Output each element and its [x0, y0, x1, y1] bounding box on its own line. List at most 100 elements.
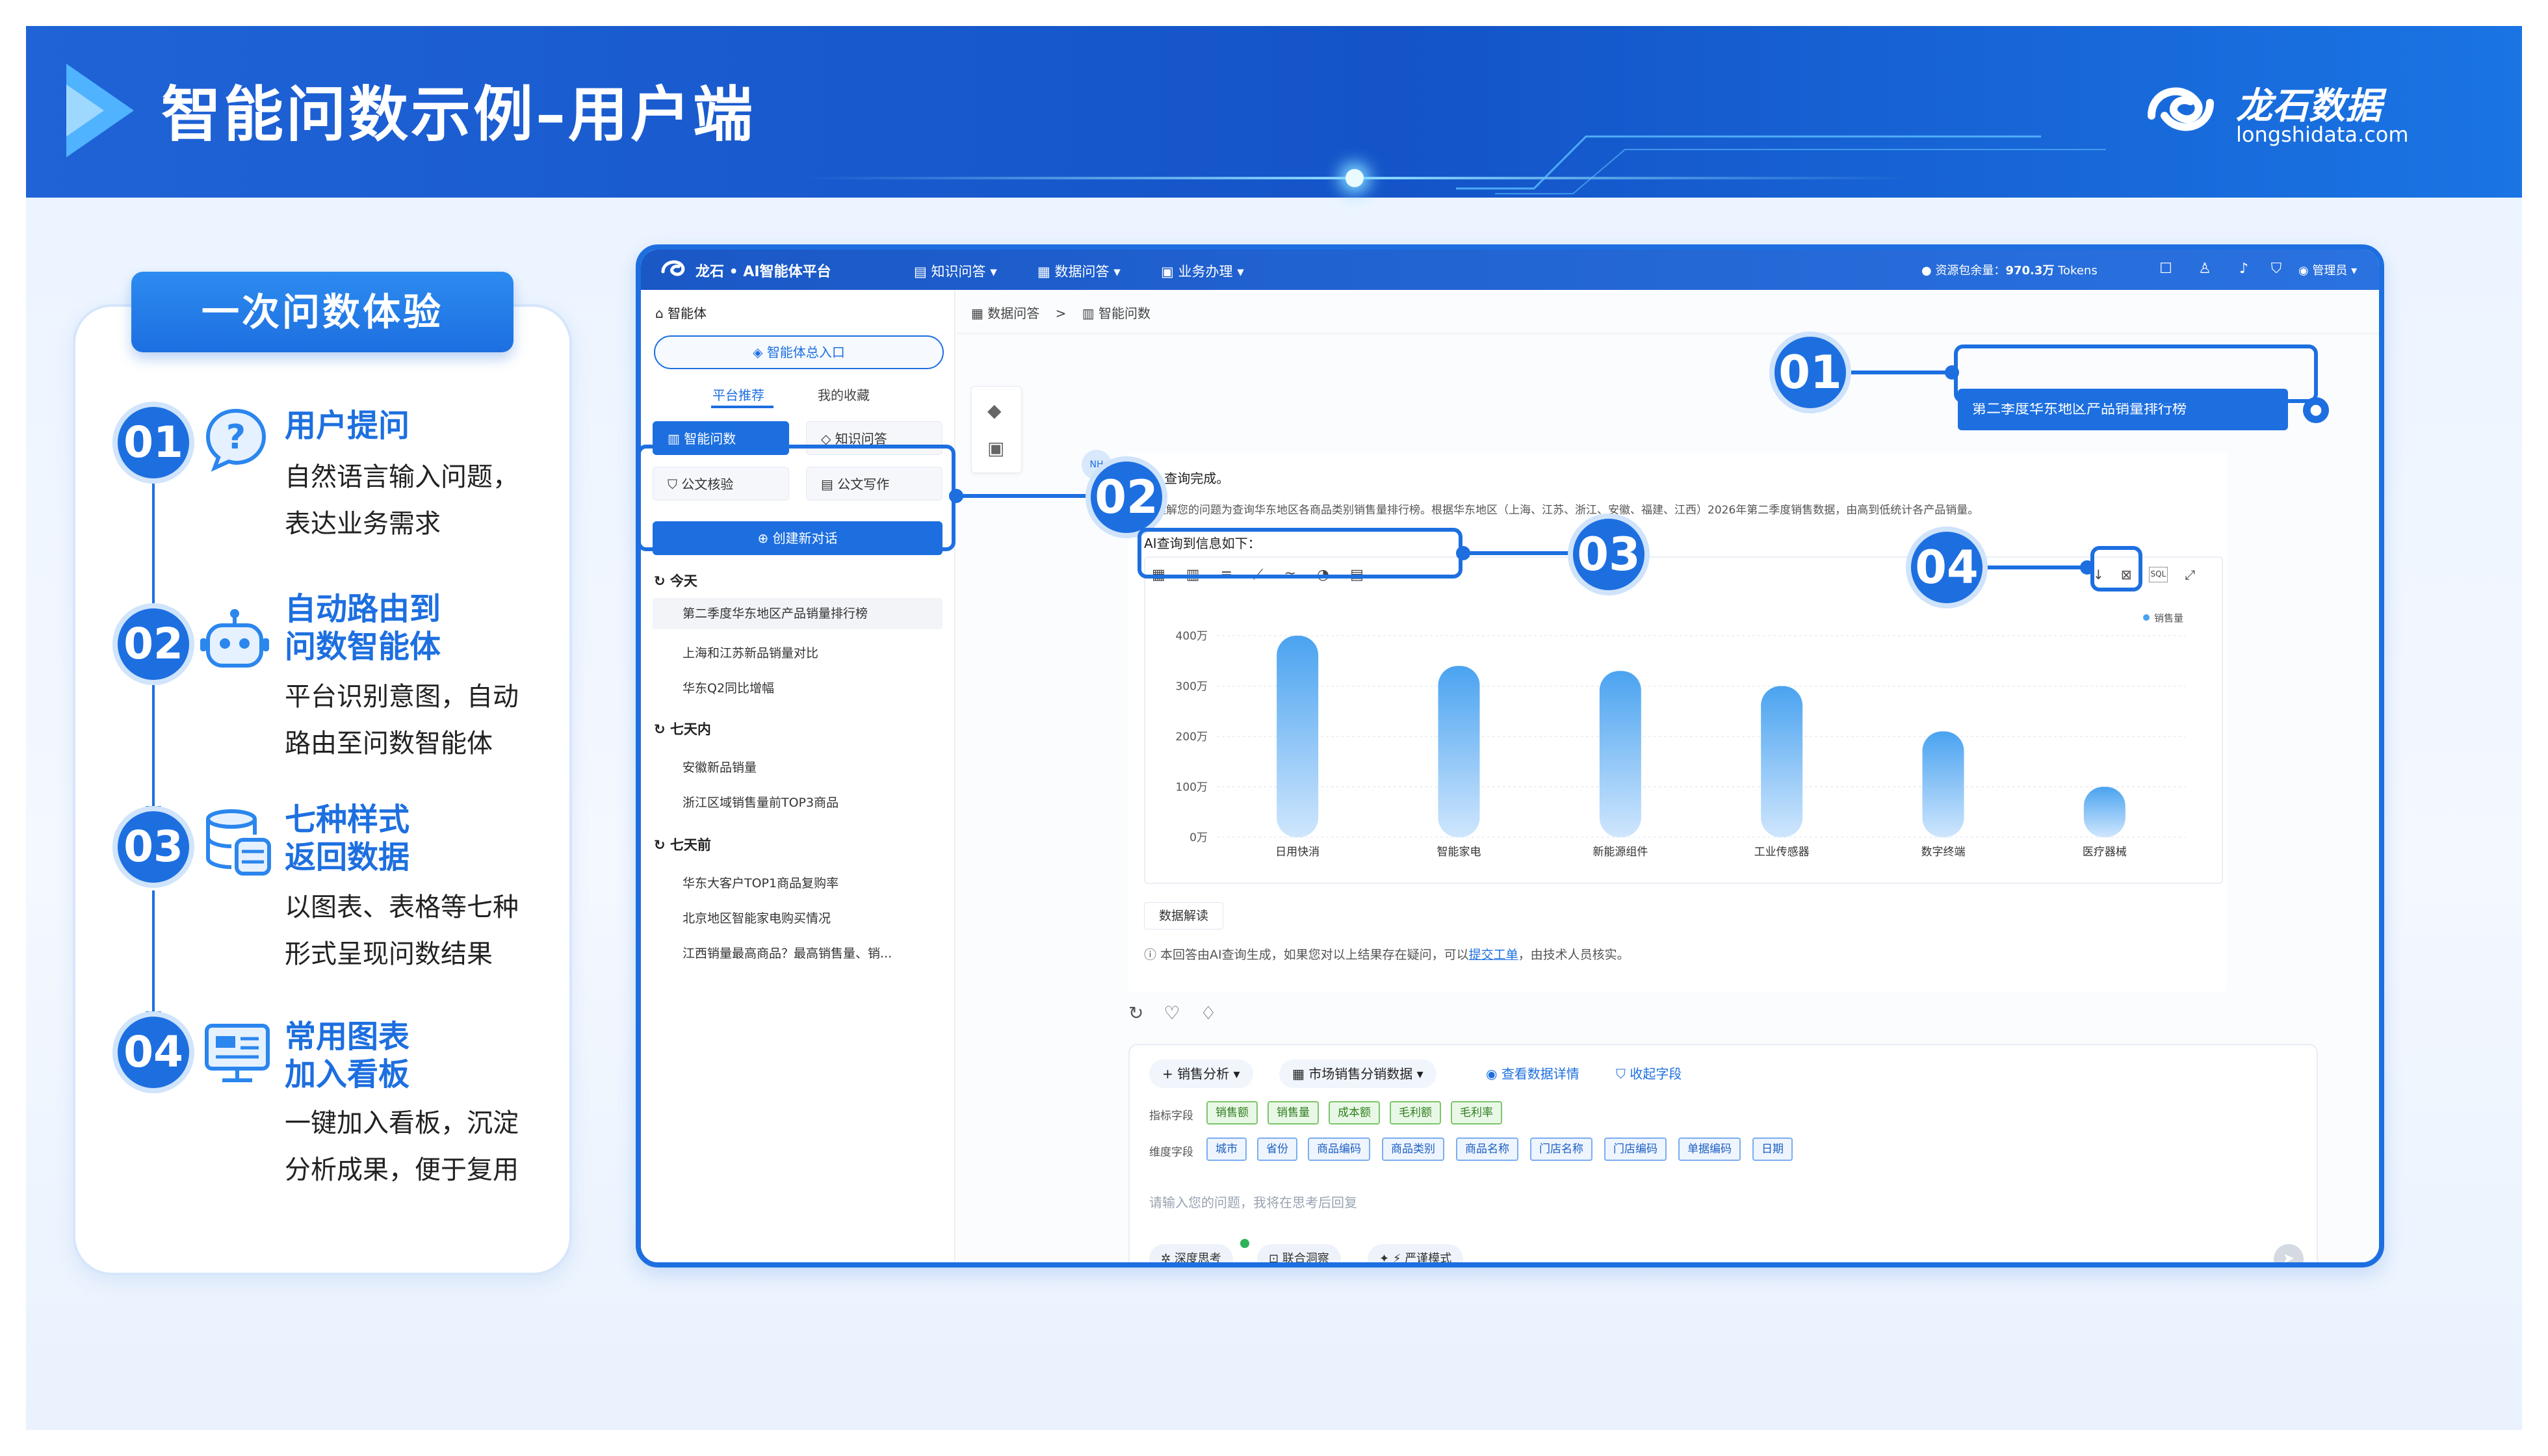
nav-knowledge-qa[interactable]: ▤ 知识问答 ▾ [914, 261, 997, 281]
step-desc-line: 一键加入看板，沉淀 [285, 1108, 519, 1138]
history-item[interactable]: 安徽新品销量 [682, 758, 757, 775]
metric-tag[interactable]: 销售额 [1206, 1101, 1258, 1124]
y-tick-label: 100万 [1176, 781, 1208, 794]
nav-label: 业务办理 [1178, 264, 1233, 280]
agent-entry-button[interactable]: ◈ 智能体总入口 [654, 335, 944, 369]
question-bubble-icon: ? [205, 408, 266, 472]
user-group-icon[interactable]: ♙ [2194, 259, 2215, 280]
thumbs-down-icon[interactable]: ♢ [1200, 1002, 1216, 1024]
legend-label: 销售量 [2154, 612, 2183, 624]
data-interpret-button[interactable]: 数据解读 [1144, 902, 1223, 930]
chip-label: 市场销售分销数据 [1308, 1066, 1413, 1082]
dimension-tag[interactable]: 门店名称 [1530, 1138, 1592, 1161]
collapse-fields-button[interactable]: ⛉ 收起字段 [1603, 1060, 1695, 1088]
callout-line [1464, 551, 1574, 555]
dataset-dropdown[interactable]: ▦ 市场销售分销数据 ▾ [1279, 1060, 1436, 1088]
breadcrumb-item[interactable]: 数据问答 [987, 306, 1039, 321]
play-arrow-highlight-icon [66, 84, 104, 136]
deep-thinking-toggle[interactable]: ✲ 深度思考 [1149, 1244, 1233, 1266]
insight-icon: ⊡ [1269, 1252, 1282, 1266]
resource-value: 970.3万 [2005, 264, 2055, 278]
resource-unit: Tokens [2058, 264, 2098, 278]
nav-label: 数据问答 [1054, 264, 1110, 280]
callout-highlight [2090, 546, 2142, 592]
thumbs-up-icon[interactable]: ♡ [1164, 1002, 1180, 1024]
message-icon[interactable]: ☐ [2155, 259, 2176, 280]
bar[interactable] [1761, 686, 1803, 838]
nav-business[interactable]: ▣ 业务办理 ▾ [1161, 261, 1244, 281]
strict-mode-toggle[interactable]: ✦ ⚡ 严谨模式 [1368, 1244, 1464, 1262]
history-icon: ↻ [654, 837, 670, 853]
agent-label: 智能体 [668, 306, 707, 321]
brain-icon: ✲ [1161, 1252, 1175, 1266]
joint-insight-toggle[interactable]: ⊡ 联合洞察 [1257, 1244, 1341, 1266]
step-number: 03 [112, 806, 194, 888]
send-icon: ➤ [2282, 1251, 2295, 1267]
bar[interactable] [1922, 731, 1964, 837]
page-title: 智能问数示例–用户端 [161, 80, 756, 150]
dimension-tag[interactable]: 门店编码 [1604, 1138, 1667, 1161]
dimension-tag[interactable]: 商品编码 [1308, 1138, 1370, 1161]
submit-ticket-link[interactable]: 提交工单 [1469, 948, 1518, 962]
dimension-tag[interactable]: 城市 [1206, 1138, 1247, 1161]
metric-tag[interactable]: 成本额 [1329, 1101, 1380, 1124]
history-item[interactable]: 上海和江苏新品销量对比 [682, 644, 818, 661]
callout-line [1988, 566, 2085, 569]
bar[interactable] [1599, 671, 1641, 837]
disclaimer-text: 本回答由AI查询生成，如果您对以上结果存在疑问，可以 [1160, 948, 1469, 962]
refresh-icon[interactable]: ↻ [1128, 1002, 1143, 1024]
avatar-icon: ◉ [2298, 264, 2313, 278]
callout-badge: 02 [1086, 456, 1167, 538]
tab-platform-recommend[interactable]: 平台推荐 [712, 385, 764, 404]
sidebar-agent-header: ⌂ 智能体 [655, 303, 707, 322]
step-heading: 七种样式 返回数据 [285, 801, 410, 876]
dimension-tag[interactable]: 单据编码 [1678, 1138, 1741, 1161]
shield-icon: ⛉ [1616, 1066, 1630, 1082]
metric-tag[interactable]: 毛利额 [1390, 1101, 1441, 1124]
history-item[interactable]: 浙江区域销售量前TOP3商品 [682, 793, 838, 811]
step-number: 02 [112, 603, 194, 685]
bar[interactable] [1438, 666, 1480, 838]
dimension-tag[interactable]: 省份 [1257, 1138, 1297, 1161]
history-section-older: ↻ 七天前 [654, 835, 711, 854]
history-item[interactable]: 北京地区智能家电购买情况 [682, 909, 831, 926]
status-dot [1240, 1239, 1249, 1248]
bell-icon[interactable]: ♪ [2233, 259, 2254, 280]
nav-data-qa[interactable]: ▦ 数据问答 ▾ [1037, 261, 1121, 281]
tab-my-favorites[interactable]: 我的收藏 [818, 385, 870, 404]
bar[interactable] [2083, 786, 2126, 838]
diamond-icon[interactable]: ◆ [987, 400, 1002, 421]
history-item[interactable]: 江西销量最高商品？最高销售量、销... [682, 944, 892, 961]
send-button[interactable]: ➤ [2274, 1244, 2304, 1267]
chip-label: 联合洞察 [1282, 1252, 1329, 1266]
shield-icon[interactable]: ⛉ [2266, 259, 2287, 280]
trash-icon[interactable]: ▣ [987, 437, 1004, 459]
x-tick-label: 医疗器械 [2083, 846, 2127, 859]
dimension-tag[interactable]: 商品名称 [1456, 1138, 1518, 1161]
step-heading-line: 七种样式 [285, 801, 410, 838]
step-description: 以图表、表格等七种 形式呈现问数结果 [285, 884, 519, 978]
chip-label: 查看数据详情 [1501, 1066, 1580, 1082]
dimension-tag[interactable]: 商品类别 [1382, 1138, 1444, 1161]
admin-menu[interactable]: ◉ 管理员 ▾ [2298, 261, 2357, 278]
answer-actions: ↻ ♡ ♢ [1128, 1002, 1217, 1024]
answer-disclaimer: ⓘ 本回答由AI查询生成，如果您对以上结果存在疑问，可以提交工单，由技术人员核实… [1144, 945, 1630, 963]
robot-icon [200, 609, 269, 668]
dimension-tag[interactable]: 日期 [1752, 1138, 1793, 1161]
history-item[interactable]: 第二季度华东地区产品销量排行榜 [653, 598, 942, 629]
history-item[interactable]: 华东大客户TOP1商品复购率 [682, 874, 838, 891]
view-data-detail-button[interactable]: ◉ 查看数据详情 [1473, 1060, 1592, 1088]
bar[interactable] [1277, 636, 1319, 837]
book-icon: ▤ [914, 264, 931, 280]
chevron-down-icon: ▾ [1232, 264, 1244, 280]
chevron-down-icon: ▾ [2347, 264, 2358, 278]
question-input[interactable]: 请输入您的问题，我将在思考后回复 [1149, 1192, 1357, 1211]
app-logo-icon [661, 260, 685, 276]
step-heading-line: 常用图表 [285, 1019, 410, 1055]
history-item[interactable]: 华东Q2同比增幅 [682, 679, 774, 696]
metric-tag[interactable]: 毛利率 [1451, 1101, 1502, 1124]
metric-tag[interactable]: 销售量 [1268, 1101, 1319, 1124]
analysis-dropdown[interactable]: + 销售分析 ▾ [1149, 1060, 1253, 1088]
chip-label: 深度思考 [1174, 1252, 1221, 1266]
breadcrumb-separator: > [1055, 306, 1067, 321]
